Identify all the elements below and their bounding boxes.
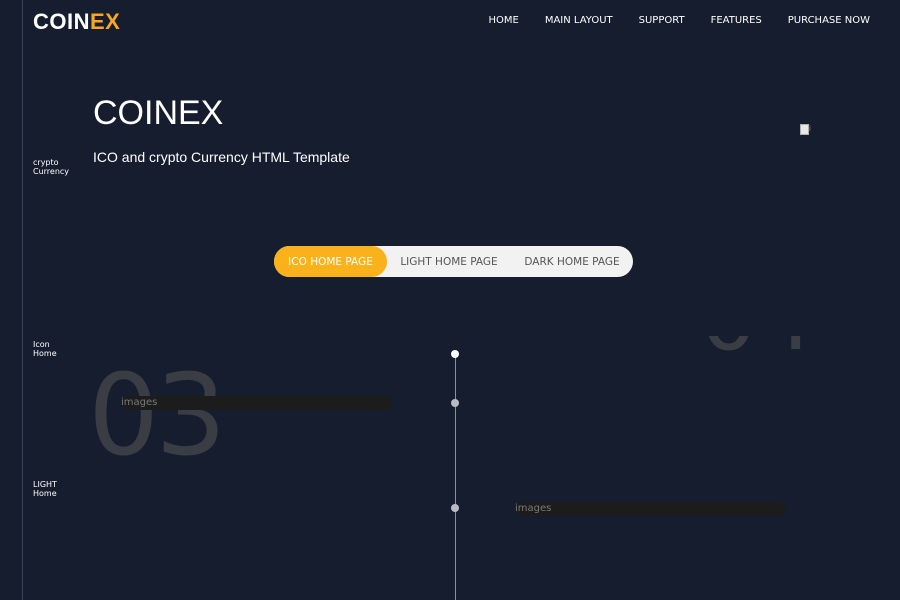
demo-tabs: ICO HOME PAGE LIGHT HOME PAGE DARK HOME …	[274, 246, 633, 277]
logo-text: COIN	[33, 9, 90, 34]
nav-home[interactable]: HOME	[488, 15, 518, 26]
nav-support[interactable]: SUPPORT	[639, 15, 685, 26]
timeline-dot	[451, 504, 459, 512]
hero-broken-image: i	[800, 124, 814, 135]
timeline-dot	[451, 350, 459, 358]
sidebar-label-line1: crypto	[33, 158, 59, 167]
main-nav: HOME MAIN LAYOUT SUPPORT FEATURES PURCHA…	[488, 15, 870, 26]
tab-light-home-page[interactable]: LIGHT HOME PAGE	[387, 246, 511, 277]
hero-image-alt: i	[809, 124, 811, 133]
demo-image-placeholder[interactable]: images	[515, 502, 786, 516]
hero-subtitle: ICO and crypto Currency HTML Template	[93, 149, 350, 165]
big-number-03: 03	[88, 351, 227, 481]
timeline-line	[455, 354, 456, 600]
demo-image-alt: images	[121, 397, 158, 408]
sidebar-label-line2: Currency	[33, 167, 70, 176]
sidebar-label-crypto-currency[interactable]: crypto Currency	[33, 158, 69, 176]
nav-main-layout[interactable]: MAIN LAYOUT	[545, 15, 613, 26]
nav-features[interactable]: FEATURES	[711, 15, 762, 26]
sidebar-label-line2: Home	[33, 349, 57, 358]
hero-title: COINEX	[93, 94, 224, 132]
tab-ico-home-page[interactable]: ICO HOME PAGE	[274, 246, 387, 277]
left-rail-line	[22, 0, 23, 600]
timeline-dot	[451, 399, 459, 407]
broken-image-icon	[800, 124, 809, 135]
demo-image-alt: images	[515, 503, 552, 514]
nav-purchase-now[interactable]: PURCHASE NOW	[788, 15, 870, 26]
sidebar-label-line1: LIGHT	[33, 480, 57, 489]
sidebar-label-light-home[interactable]: LIGHT Home	[33, 480, 57, 498]
sidebar-label-line2: Home	[33, 489, 57, 498]
big-number-04-text: 04	[700, 336, 815, 356]
logo-accent-text: EX	[90, 9, 121, 34]
sidebar-label-icon-home[interactable]: Icon Home	[33, 340, 57, 358]
sidebar-label-line1: Icon	[33, 340, 50, 349]
big-number-04-partial: 04	[700, 336, 820, 356]
demo-image-placeholder[interactable]: images	[121, 396, 392, 410]
tab-dark-home-page[interactable]: DARK HOME PAGE	[511, 246, 633, 277]
brand-logo[interactable]: COINEX	[33, 9, 120, 35]
